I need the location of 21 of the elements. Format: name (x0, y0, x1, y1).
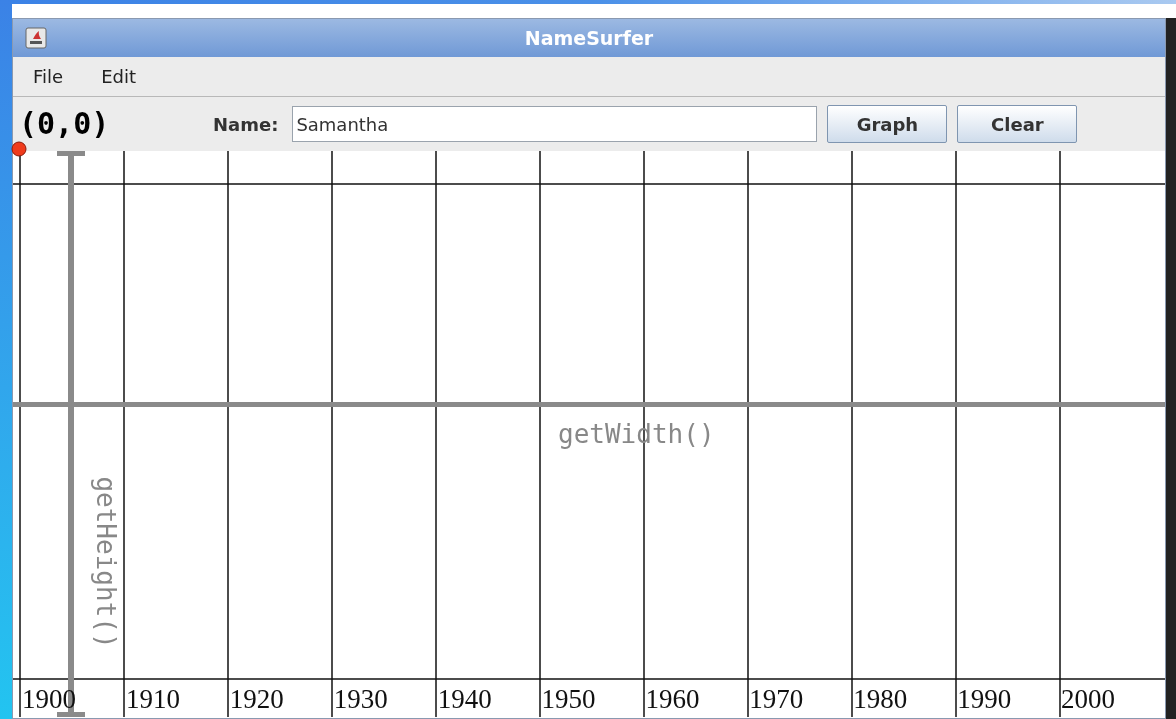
menu-item[interactable]: File (23, 63, 74, 90)
decade-label: 1930 (333, 685, 389, 713)
window-title: NameSurfer (524, 25, 654, 51)
decade-label: 1990 (957, 685, 1013, 713)
decade-label: 1960 (645, 685, 701, 713)
decade-label: 1940 (437, 685, 493, 713)
decade-label: 1920 (229, 685, 285, 713)
decade-label: 1900 (22, 685, 77, 713)
decade-label: 1980 (853, 685, 909, 713)
decade-label: 1910 (125, 685, 181, 713)
origin-label: (0,0) (19, 109, 111, 139)
origin-dot-icon (11, 141, 27, 157)
decade-label: 1970 (749, 685, 805, 713)
name-label: Name: (213, 112, 279, 137)
decade-label: 2000 (1061, 685, 1117, 713)
menu-item[interactable]: Edit (91, 63, 146, 90)
toolbar-button[interactable]: Clear (957, 105, 1078, 143)
name-field[interactable]: Samantha (292, 106, 818, 142)
decade-label: 1950 (541, 685, 597, 713)
toolbar-button[interactable]: Graph (827, 105, 948, 143)
height-annotation: getHeight() (89, 476, 122, 649)
